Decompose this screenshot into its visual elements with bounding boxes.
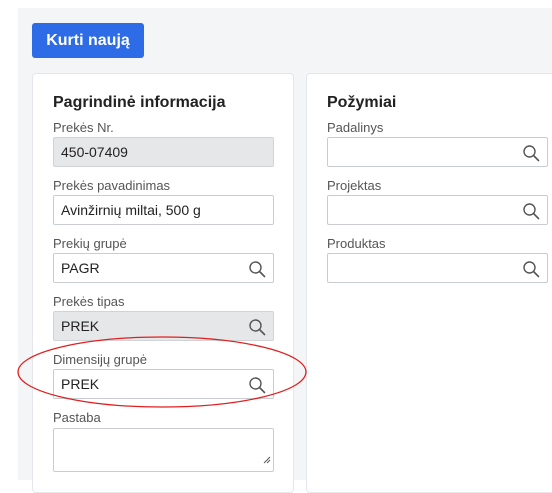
dimension-group-input[interactable]: PREK xyxy=(53,369,274,399)
resize-handle-icon[interactable] xyxy=(263,451,271,469)
dimension-group-label: Dimensijų grupė xyxy=(53,352,147,367)
item-no-label: Prekės Nr. xyxy=(53,120,114,135)
product-input[interactable] xyxy=(327,253,548,283)
attributes-card xyxy=(306,73,552,493)
project-label: Projektas xyxy=(327,178,382,193)
department-label: Padalinys xyxy=(327,120,384,135)
item-type-field: PREK xyxy=(53,311,274,341)
project-input[interactable] xyxy=(327,195,548,225)
item-name-value: Avinžirnių miltai, 500 g xyxy=(61,202,201,218)
dimension-group-value: PREK xyxy=(61,376,100,392)
search-icon xyxy=(248,318,266,336)
attributes-title: Požymiai xyxy=(327,94,397,111)
item-type-value: PREK xyxy=(61,318,100,334)
item-no-field: 450-07409 xyxy=(53,137,274,167)
search-icon[interactable] xyxy=(522,260,540,278)
item-type-label: Prekės tipas xyxy=(53,294,125,309)
item-name-label: Prekės pavadinimas xyxy=(53,178,171,193)
note-textarea[interactable] xyxy=(53,428,274,472)
search-icon[interactable] xyxy=(522,144,540,162)
item-group-input[interactable]: PAGR xyxy=(53,253,274,283)
main-info-title: Pagrindinė informacija xyxy=(53,94,226,111)
create-new-button[interactable]: Kurti naują xyxy=(32,23,144,58)
note-label: Pastaba xyxy=(53,410,101,425)
item-no-value: 450-07409 xyxy=(61,144,128,160)
search-icon[interactable] xyxy=(248,376,266,394)
item-group-value: PAGR xyxy=(61,260,100,276)
department-input[interactable] xyxy=(327,137,548,167)
item-group-label: Prekių grupė xyxy=(53,236,127,251)
search-icon[interactable] xyxy=(522,202,540,220)
product-label: Produktas xyxy=(327,236,386,251)
item-name-input[interactable]: Avinžirnių miltai, 500 g xyxy=(53,195,274,225)
search-icon[interactable] xyxy=(248,260,266,278)
